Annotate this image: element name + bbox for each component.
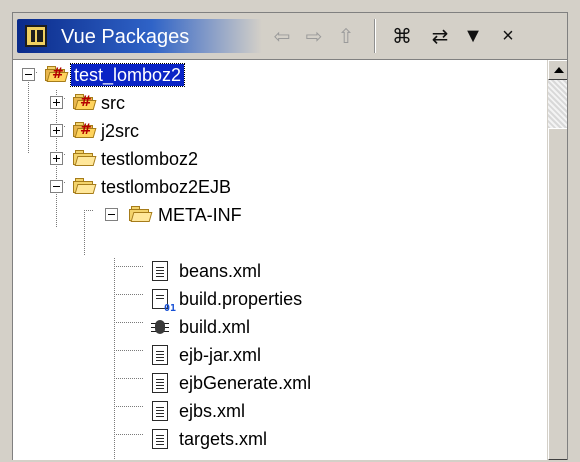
tree-row-meta-inf[interactable]: META-INF — [13, 200, 533, 230]
up-icon[interactable]: ⇧ — [331, 19, 361, 53]
tree-row-ejb-jar-xml[interactable]: ejb-jar.xml — [13, 340, 533, 370]
source-folder-icon — [73, 122, 97, 138]
scroll-track[interactable] — [548, 80, 567, 128]
tree-row-build-xml[interactable]: build.xml — [13, 312, 533, 342]
folder-icon — [73, 150, 97, 166]
package-explorer-window: Vue Packages ⇦ ⇨ ⇧ ⌘ ⇄ ▼ × test_ — [12, 12, 568, 460]
xml-file-icon — [152, 429, 168, 449]
tree-row-targets-xml[interactable]: targets.xml — [13, 424, 533, 454]
expand-icon[interactable] — [50, 124, 63, 137]
view-header: Vue Packages ⇦ ⇨ ⇧ ⌘ ⇄ ▼ × — [13, 13, 567, 59]
forward-icon[interactable]: ⇨ — [299, 19, 329, 53]
tree-row-beans-xml[interactable]: beans.xml — [13, 256, 533, 286]
tree-item-label: build.properties — [179, 289, 303, 309]
tree-item-label: testlomboz2 — [101, 149, 199, 169]
link-icon[interactable]: ⇄ — [425, 19, 455, 53]
view-title-bar[interactable]: Vue Packages — [17, 19, 262, 53]
xml-file-icon — [152, 261, 168, 281]
tree-item-label: META-INF — [158, 205, 242, 225]
folder-icon — [129, 206, 153, 222]
expand-icon[interactable] — [50, 152, 63, 165]
collapse-icon[interactable] — [105, 208, 118, 221]
tree-row-testlomboz2ejb[interactable]: testlomboz2EJB — [13, 172, 533, 202]
xml-file-icon — [152, 345, 168, 365]
vertical-scrollbar[interactable] — [547, 60, 567, 460]
ant-file-icon — [149, 316, 171, 338]
menu-icon[interactable]: ▼ — [458, 19, 488, 53]
scroll-up-arrow[interactable] — [548, 60, 567, 80]
tree-row-build-properties[interactable]: 01 build.properties — [13, 284, 533, 314]
tree-item-label: testlomboz2EJB — [101, 177, 232, 197]
tree-row-ejbgenerate-xml[interactable]: ejbGenerate.xml — [13, 368, 533, 398]
tree-item-label: targets.xml — [179, 429, 268, 449]
tree-item-label: ejbs.xml — [179, 401, 246, 421]
tree-item-label: j2src — [101, 121, 140, 141]
collapse-icon[interactable] — [22, 68, 35, 81]
collapse-icon[interactable] — [50, 180, 63, 193]
tree-item-label: beans.xml — [179, 261, 262, 281]
expand-icon[interactable] — [50, 96, 63, 109]
xml-file-icon — [152, 373, 168, 393]
toolbar-separator — [374, 19, 375, 53]
tree-item-label: ejbGenerate.xml — [179, 373, 312, 393]
tree-item-label: build.xml — [179, 317, 251, 337]
source-folder-icon — [73, 94, 97, 110]
xml-file-icon — [152, 401, 168, 421]
tree-item-label: test_lomboz2 — [69, 63, 186, 87]
tree-row-test-lomboz2[interactable]: test_lomboz2 — [13, 60, 533, 90]
scroll-thumb[interactable] — [548, 128, 567, 460]
view-title: Vue Packages — [61, 26, 190, 48]
properties-file-icon: 01 — [152, 289, 176, 314]
back-icon[interactable]: ⇦ — [267, 19, 297, 53]
folder-icon — [73, 178, 97, 194]
tree-panel[interactable]: test_lomboz2 src j2src testlomboz2 testl… — [13, 59, 567, 460]
tree-row-j2src[interactable]: j2src — [13, 116, 533, 146]
packages-view-icon — [25, 25, 47, 47]
tree-row-ejbs-xml[interactable]: ejbs.xml — [13, 396, 533, 426]
tree-item-label: src — [101, 93, 125, 113]
close-icon[interactable]: × — [493, 19, 523, 53]
project-folder-icon — [45, 66, 69, 82]
tree-item-label: ejb-jar.xml — [179, 345, 262, 365]
tree-row-testlomboz2[interactable]: testlomboz2 — [13, 144, 533, 174]
tree-row-src[interactable]: src — [13, 88, 533, 118]
collapse-all-icon[interactable]: ⌘ — [387, 19, 417, 53]
